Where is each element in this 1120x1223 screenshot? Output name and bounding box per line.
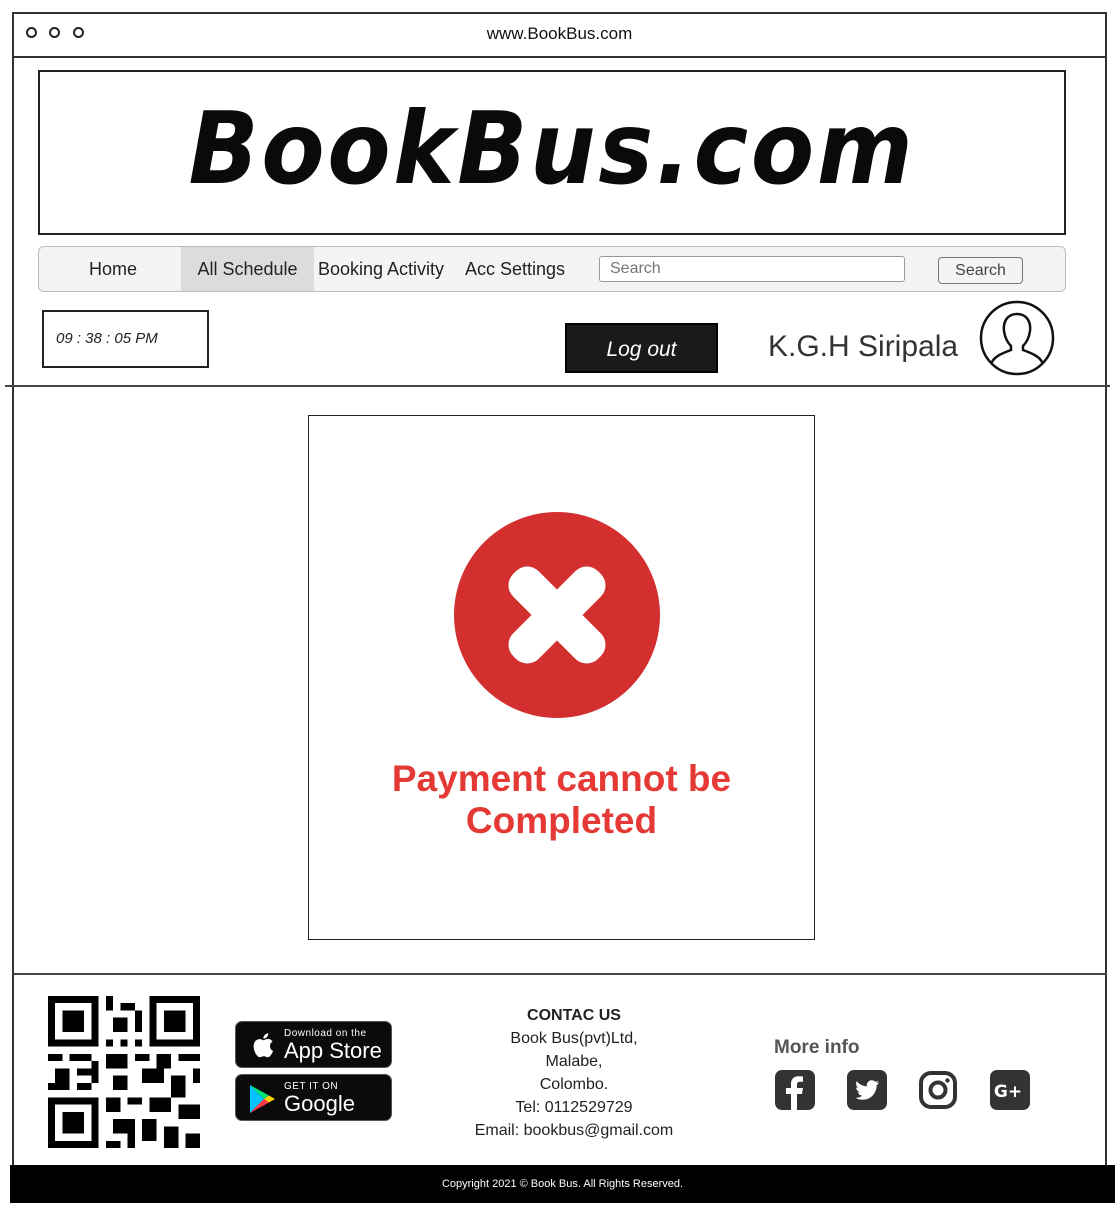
app-store-label: App Store <box>284 1038 382 1063</box>
instagram-icon[interactable] <box>918 1070 958 1110</box>
contact-email: Email: bookbus@gmail.com <box>474 1122 674 1139</box>
contact-line: Malabe, <box>545 1053 603 1070</box>
google-plus-icon[interactable]: G+ <box>990 1070 1030 1110</box>
twitter-icon[interactable] <box>847 1070 887 1110</box>
contact-line: Colombo. <box>539 1076 609 1093</box>
x-circle-icon <box>454 512 660 718</box>
nav-item-home[interactable]: Home <box>69 247 157 291</box>
facebook-icon[interactable] <box>775 1070 815 1110</box>
logout-button[interactable]: Log out <box>565 323 718 373</box>
search-input[interactable] <box>599 256 905 282</box>
contact-line: Book Bus(pvt)Ltd, <box>510 1030 638 1047</box>
nav-item-booking-activity[interactable]: Booking Activity <box>315 247 447 291</box>
contact-title: CONTAC US <box>527 1007 621 1024</box>
site-banner: BookBus.com <box>38 70 1066 235</box>
user-avatar-icon[interactable] <box>979 300 1055 376</box>
google-play-label: Google Play <box>284 1091 355 1142</box>
google-play-button[interactable]: GET IT ON Google Play <box>235 1074 392 1142</box>
error-message-line: Completed <box>465 800 658 841</box>
contact-tel: Tel: 0112529729 <box>515 1099 633 1116</box>
apple-icon <box>253 1033 274 1058</box>
nav-item-acc-settings[interactable]: Acc Settings <box>461 247 569 291</box>
svg-text:G+: G+ <box>994 1082 1022 1102</box>
app-store-button[interactable]: Download on the App Store <box>235 1021 392 1068</box>
username-label: K.G.H Siripala <box>768 330 959 363</box>
footer-divider <box>12 973 1107 975</box>
clock-display: 09 : 38 : 05 PM <box>42 310 209 368</box>
copyright-bar: Copyright 2021 © Book Bus. All Rights Re… <box>10 1165 1115 1203</box>
error-message: Payment cannot be Completed <box>309 758 814 842</box>
browser-titlebar: www.BookBus.com <box>12 12 1107 58</box>
contact-info: CONTAC US Book Bus(pvt)Ltd, Malabe, Colo… <box>440 1004 708 1142</box>
site-logo[interactable]: BookBus.com <box>81 90 1023 207</box>
more-info-label: More info <box>774 1037 860 1058</box>
search-button[interactable]: Search <box>938 257 1023 284</box>
header-divider <box>5 385 1110 387</box>
qr-code-icon[interactable] <box>48 996 200 1148</box>
nav-item-all-schedule[interactable]: All Schedule <box>181 247 314 291</box>
main-nav: Home All Schedule Booking Activity Acc S… <box>38 246 1066 292</box>
payment-error-dialog: Payment cannot be Completed <box>308 415 815 940</box>
error-message-line: Payment cannot be <box>391 758 732 799</box>
google-play-icon <box>250 1085 275 1113</box>
address-bar[interactable]: www.BookBus.com <box>12 24 1107 44</box>
